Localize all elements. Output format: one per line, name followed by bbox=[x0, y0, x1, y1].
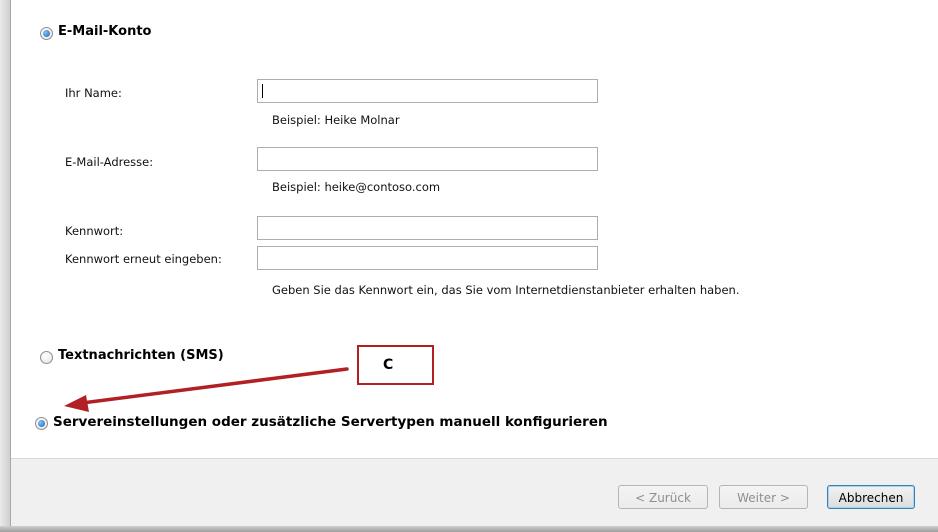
annotation-arrow-icon bbox=[64, 367, 349, 412]
arrow-head bbox=[64, 395, 89, 412]
back-button[interactable]: < Zurück bbox=[618, 485, 708, 509]
arrow-shaft bbox=[80, 367, 349, 405]
window-frame-bottom bbox=[0, 526, 938, 532]
next-button[interactable]: Weiter > bbox=[719, 485, 808, 509]
cancel-button[interactable]: Abbrechen bbox=[827, 485, 915, 509]
dialog-footer: < Zurück Weiter > Abbrechen bbox=[11, 458, 938, 527]
